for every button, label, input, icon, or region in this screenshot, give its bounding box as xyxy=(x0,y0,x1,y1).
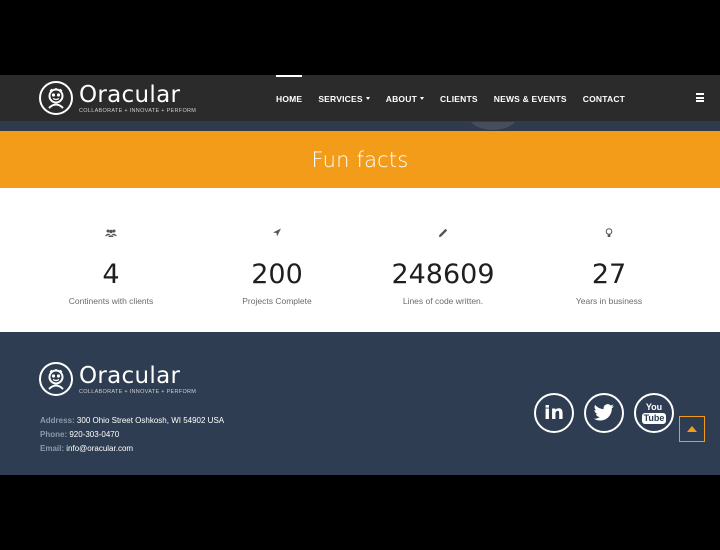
nav-contact[interactable]: CONTACT xyxy=(575,75,633,122)
arrow-up-icon xyxy=(687,426,697,432)
twitter-icon[interactable] xyxy=(584,393,624,433)
lightbulb-icon xyxy=(605,228,613,237)
phone-value: 920-303-0470 xyxy=(69,430,120,439)
hero-notch xyxy=(468,122,518,130)
youtube-icon[interactable]: You Tube xyxy=(634,393,674,433)
nav-label: CONTACT xyxy=(582,93,626,104)
footer-logo[interactable]: Oracular COLLABORATE + INNOVATE + PERFOR… xyxy=(39,362,196,396)
nav-home[interactable]: HOME xyxy=(268,75,310,122)
nav-label: ABOUT xyxy=(385,93,417,104)
fact-number: 200 xyxy=(251,259,303,290)
navbar: Oracular COLLABORATE + INNOVATE + PERFOR… xyxy=(0,75,720,122)
footer-phone: Phone: 920-303-0470 xyxy=(40,430,119,439)
mascot-face-icon xyxy=(39,81,73,115)
brand-tagline: COLLABORATE + INNOVATE + PERFORM xyxy=(79,107,197,114)
address-value: 300 Ohio Street Oshkosh, WI 54902 USA xyxy=(76,416,225,425)
fact-number: 4 xyxy=(102,259,120,290)
social-links: in You Tube xyxy=(534,393,684,433)
fact-number: 27 xyxy=(591,259,627,290)
youtube-text-bottom: Tube xyxy=(641,412,667,424)
email-link[interactable]: info@oracular.com xyxy=(66,444,133,453)
fact-number: 248609 xyxy=(391,259,495,290)
caret-down-icon xyxy=(419,97,424,100)
location-arrow-icon xyxy=(273,228,281,237)
footer: Oracular COLLABORATE + INNOVATE + PERFOR… xyxy=(0,332,720,475)
youtube-text-top: You xyxy=(645,401,663,412)
footer-address: Address: 300 Ohio Street Oshkosh, WI 549… xyxy=(40,416,224,425)
header-logo[interactable]: Oracular COLLABORATE + INNOVATE + PERFOR… xyxy=(39,81,196,115)
phone-label: Phone: xyxy=(40,430,68,439)
hamburger-icon[interactable] xyxy=(696,93,704,102)
mascot-face-icon xyxy=(39,362,73,396)
nav-label: CLIENTS xyxy=(439,93,478,104)
fact-label: Lines of code written. xyxy=(402,296,484,306)
nav-services[interactable]: SERVICES xyxy=(310,75,377,122)
brand-tagline: COLLABORATE + INNOVATE + PERFORM xyxy=(79,388,197,395)
caret-down-icon xyxy=(365,97,370,100)
fact-label: Continents with clients xyxy=(68,296,154,306)
users-icon xyxy=(105,229,117,237)
back-to-top-button[interactable] xyxy=(679,416,705,442)
email-label: Email: xyxy=(40,444,65,453)
funfacts-banner: Fun facts xyxy=(0,131,720,194)
page: Oracular COLLABORATE + INNOVATE + PERFOR… xyxy=(0,0,720,550)
footer-email: Email: info@oracular.com xyxy=(40,444,133,453)
nav-label: HOME xyxy=(276,93,303,104)
nav-label: SERVICES xyxy=(318,93,363,104)
section-title: Fun facts xyxy=(311,147,409,172)
main-menu: HOME SERVICES ABOUT CLIENTS NEWS & EVENT… xyxy=(268,75,633,122)
pencil-icon xyxy=(439,228,448,237)
nav-clients[interactable]: CLIENTS xyxy=(432,75,486,122)
nav-label: NEWS & EVENTS xyxy=(493,93,567,104)
address-label: Address: xyxy=(40,416,75,425)
brand-name: Oracular xyxy=(79,81,181,108)
nav-about[interactable]: ABOUT xyxy=(378,75,432,122)
linkedin-icon[interactable]: in xyxy=(534,393,574,433)
funfacts-section: 4 Continents with clients 200 Projects C… xyxy=(0,188,720,332)
nav-news-events[interactable]: NEWS & EVENTS xyxy=(486,75,575,122)
brand-name: Oracular xyxy=(79,362,181,389)
linkedin-text: in xyxy=(543,402,565,424)
hero-strip xyxy=(0,122,720,131)
fact-label: Years in business xyxy=(575,296,643,306)
fact-label: Projects Complete xyxy=(242,296,312,306)
